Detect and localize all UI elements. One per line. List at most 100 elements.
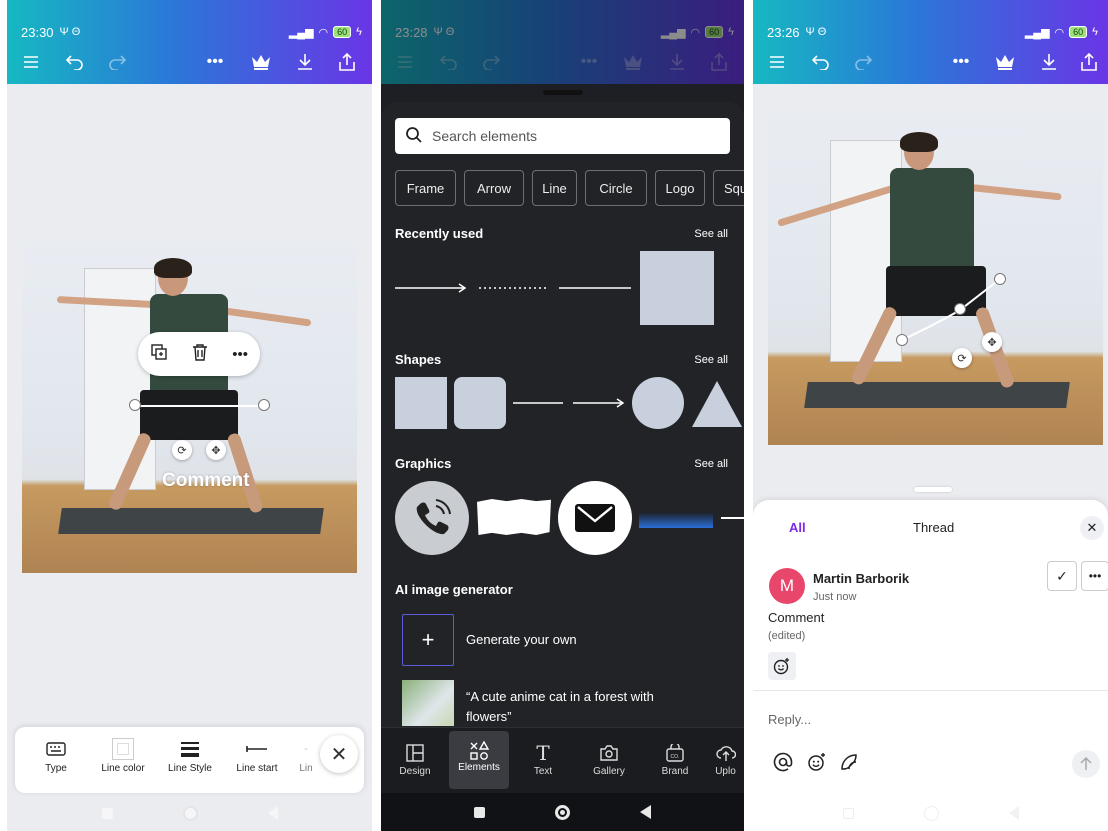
close-tray-icon[interactable]: ✕ <box>320 735 358 773</box>
home-icon[interactable] <box>182 805 198 821</box>
avatar: M <box>769 568 805 604</box>
recent-apps-icon[interactable] <box>474 806 485 818</box>
undo-icon[interactable] <box>809 50 833 74</box>
tab-brand[interactable]: CO. Brand <box>645 740 705 777</box>
chip-square[interactable]: Squ <box>713 170 744 206</box>
chip-arrow[interactable]: Arrow <box>464 170 524 206</box>
chip-circle[interactable]: Circle <box>585 170 647 206</box>
sheet-drag-handle[interactable] <box>543 90 583 95</box>
recent-apps-icon[interactable] <box>842 807 854 819</box>
add-reaction-icon[interactable] <box>768 652 796 680</box>
recent-square[interactable] <box>640 251 714 325</box>
more-icon[interactable]: ••• <box>949 50 973 74</box>
search-elements-input[interactable]: Search elements <box>395 118 730 154</box>
phone-graphic-icon[interactable] <box>395 481 469 555</box>
delete-icon[interactable] <box>192 343 208 366</box>
download-icon[interactable] <box>1037 50 1061 74</box>
resolve-check-icon[interactable]: ✓ <box>1047 561 1077 591</box>
chip-logo[interactable]: Logo <box>655 170 705 206</box>
canvas-text-comment[interactable]: Comment <box>162 470 250 492</box>
generate-plus-icon[interactable]: + <box>402 614 454 666</box>
back-icon[interactable] <box>640 805 651 819</box>
chip-line[interactable]: Line <box>532 170 577 206</box>
partial-line-graphic[interactable] <box>721 517 744 519</box>
line-mid-handle[interactable] <box>954 303 966 315</box>
recent-lines[interactable] <box>395 280 635 296</box>
sheet-drag-handle[interactable] <box>914 487 952 492</box>
cat-prompt-label[interactable]: “A cute anime cat in a forest with flowe… <box>466 687 696 727</box>
back-icon[interactable] <box>267 806 278 820</box>
mention-icon[interactable] <box>773 752 793 772</box>
tab-text[interactable]: T Text <box>513 740 573 777</box>
tab-design[interactable]: Design <box>385 740 445 777</box>
undo-icon[interactable] <box>63 50 87 74</box>
gradient-bar-graphic[interactable] <box>639 512 713 528</box>
design-canvas[interactable]: ••• ⟳ ✥ Comment <box>22 238 357 573</box>
tray-line-start[interactable]: Line start <box>225 735 289 774</box>
design-canvas[interactable]: ⟳ ✥ <box>768 110 1103 445</box>
reply-input[interactable]: Reply... <box>768 712 811 727</box>
menu-icon[interactable] <box>765 50 789 74</box>
download-icon[interactable] <box>293 50 317 74</box>
rotate-icon[interactable]: ⟳ <box>172 440 192 460</box>
tray-line-end[interactable]: - Lin <box>291 735 321 775</box>
home-icon[interactable] <box>555 804 570 820</box>
share-icon[interactable] <box>707 50 731 74</box>
download-icon[interactable] <box>665 50 689 74</box>
redo-icon[interactable] <box>105 50 129 74</box>
selected-rotated-line[interactable] <box>768 110 1103 445</box>
tray-line-style[interactable]: Line Style <box>158 735 222 774</box>
mail-graphic-icon[interactable] <box>558 481 632 555</box>
more-icon[interactable]: ••• <box>577 50 601 74</box>
anime-cat-thumbnail[interactable] <box>402 680 454 726</box>
generate-your-own-label[interactable]: Generate your own <box>466 632 577 647</box>
redo-icon[interactable] <box>479 50 503 74</box>
send-arrow-icon[interactable] <box>1072 750 1100 778</box>
tab-upload[interactable]: Uplo <box>707 740 744 777</box>
menu-icon[interactable] <box>19 50 43 74</box>
tab-elements[interactable]: Elements <box>449 731 509 789</box>
shape-rounded-square[interactable] <box>454 377 506 429</box>
shape-lines[interactable] <box>513 395 628 411</box>
back-icon[interactable] <box>1008 806 1019 820</box>
see-all-recent[interactable]: See all <box>694 228 728 240</box>
tab-thread[interactable]: Thread <box>913 520 954 535</box>
tab-all[interactable]: All <box>789 520 806 535</box>
share-icon[interactable] <box>1077 50 1101 74</box>
redo-icon[interactable] <box>851 50 875 74</box>
chip-frame[interactable]: Frame <box>395 170 456 206</box>
menu-icon[interactable] <box>393 50 417 74</box>
tray-line-color[interactable]: Line color <box>91 735 155 774</box>
comment-more-icon[interactable]: ••• <box>1081 561 1108 591</box>
see-all-graphics[interactable]: See all <box>694 458 728 470</box>
move-icon[interactable]: ✥ <box>206 440 226 460</box>
undo-icon[interactable] <box>437 50 461 74</box>
see-all-shapes[interactable]: See all <box>694 354 728 366</box>
tray-type[interactable]: Type <box>24 735 88 774</box>
line-start-handle[interactable] <box>896 334 908 346</box>
rotate-icon[interactable]: ⟳ <box>952 348 972 368</box>
shape-triangle[interactable] <box>690 379 744 429</box>
crown-icon[interactable] <box>249 50 273 74</box>
selected-line-element[interactable] <box>138 405 266 407</box>
sticker-icon[interactable] <box>839 752 859 772</box>
paper-strip-graphic[interactable] <box>477 499 551 535</box>
tab-gallery[interactable]: Gallery <box>579 740 639 777</box>
shape-square[interactable] <box>395 377 447 429</box>
emoji-icon[interactable] <box>807 752 827 772</box>
crown-icon[interactable] <box>993 50 1017 74</box>
share-icon[interactable] <box>335 50 359 74</box>
shape-circle[interactable] <box>632 377 684 429</box>
home-icon[interactable] <box>923 805 939 821</box>
line-end-handle[interactable] <box>258 399 270 411</box>
crown-icon[interactable] <box>621 50 645 74</box>
recent-apps-icon[interactable] <box>101 807 113 819</box>
line-end-handle[interactable] <box>994 273 1006 285</box>
more-options-icon[interactable]: ••• <box>232 346 248 363</box>
close-icon[interactable]: ✕ <box>1080 516 1104 540</box>
duplicate-icon[interactable] <box>150 343 168 366</box>
more-icon[interactable]: ••• <box>203 50 227 74</box>
status-time: 23:26 <box>767 24 800 40</box>
line-start-handle[interactable] <box>129 399 141 411</box>
move-icon[interactable]: ✥ <box>982 332 1002 352</box>
